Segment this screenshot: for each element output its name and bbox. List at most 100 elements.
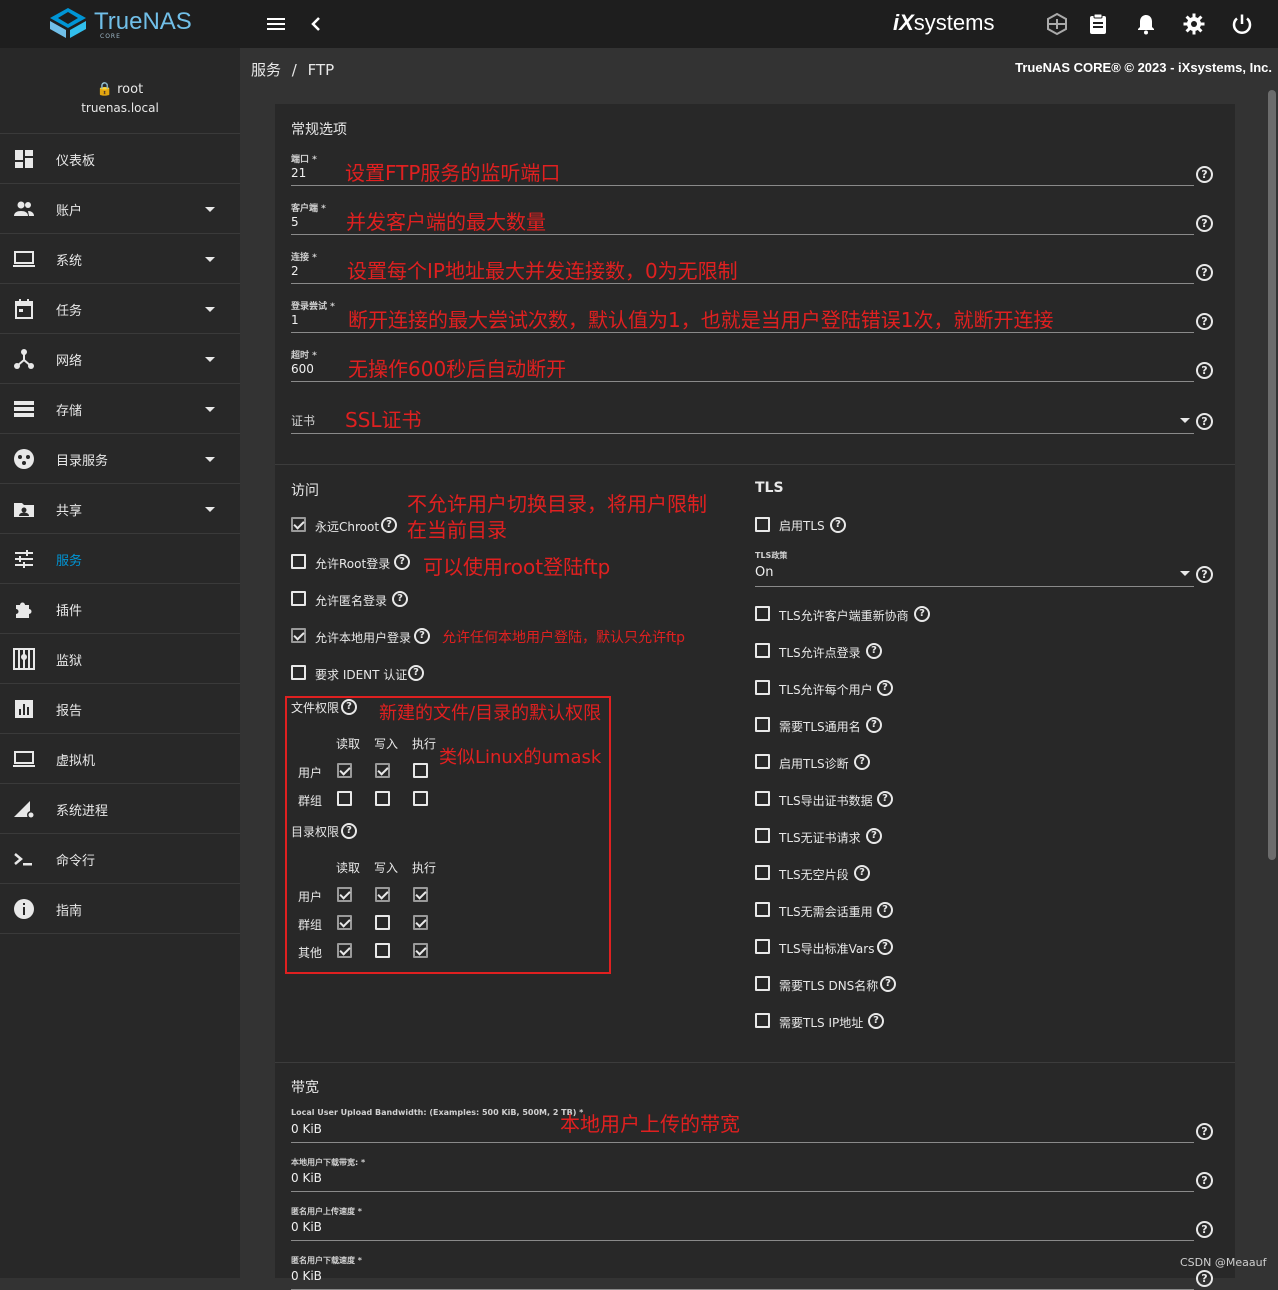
clipboard-icon[interactable] — [1086, 12, 1110, 36]
checkbox[interactable] — [755, 754, 770, 769]
permission-checkbox[interactable] — [337, 763, 352, 778]
truecommand-icon[interactable] — [1045, 12, 1069, 36]
sidebar-item[interactable]: 系统进程 — [0, 784, 240, 834]
help-icon[interactable]: ? — [1196, 1221, 1213, 1238]
checkbox[interactable] — [755, 1013, 770, 1028]
help-icon[interactable]: ? — [877, 939, 893, 955]
permission-checkbox[interactable] — [413, 763, 428, 778]
help-icon[interactable]: ? — [341, 823, 357, 839]
checkbox[interactable] — [755, 828, 770, 843]
chevron-down-icon[interactable] — [205, 307, 215, 312]
help-icon[interactable]: ? — [1196, 566, 1213, 583]
power-icon[interactable] — [1230, 12, 1254, 36]
sidebar-item[interactable]: 任务 — [0, 284, 240, 334]
chevron-down-icon[interactable] — [205, 207, 215, 212]
chevron-down-icon[interactable] — [205, 457, 215, 462]
permission-checkbox[interactable] — [375, 887, 390, 902]
checkbox[interactable] — [755, 791, 770, 806]
help-icon[interactable]: ? — [1196, 166, 1213, 183]
ixsystems-logo[interactable]: iXsystems — [893, 10, 994, 38]
help-icon[interactable]: ? — [877, 902, 893, 918]
permission-checkbox[interactable] — [337, 887, 352, 902]
sidebar-item[interactable]: 指南 — [0, 884, 240, 934]
checkbox[interactable] — [755, 643, 770, 658]
permission-checkbox[interactable] — [337, 915, 352, 930]
sidebar-item[interactable]: 命令行 — [0, 834, 240, 884]
help-icon[interactable]: ? — [866, 717, 882, 733]
help-icon[interactable]: ? — [341, 699, 357, 715]
checkbox[interactable] — [755, 606, 770, 621]
permission-checkbox[interactable] — [413, 943, 428, 958]
checkbox[interactable] — [291, 517, 306, 532]
help-icon[interactable]: ? — [877, 680, 893, 696]
tls-policy-select[interactable] — [755, 586, 1194, 587]
help-icon[interactable]: ? — [866, 828, 882, 844]
checkbox[interactable] — [755, 680, 770, 695]
permission-checkbox[interactable] — [375, 763, 390, 778]
checkbox[interactable] — [291, 628, 306, 643]
chevron-down-icon[interactable] — [205, 357, 215, 362]
checkbox[interactable] — [755, 976, 770, 991]
help-icon[interactable]: ? — [1196, 1270, 1213, 1287]
bell-icon[interactable] — [1134, 12, 1158, 36]
help-icon[interactable]: ? — [877, 791, 893, 807]
help-icon[interactable]: ? — [1196, 264, 1213, 281]
sidebar-item[interactable]: 账户 — [0, 184, 240, 234]
chevron-left-icon[interactable] — [304, 12, 328, 36]
sidebar-item[interactable]: 报告 — [0, 684, 240, 734]
help-icon[interactable]: ? — [1196, 1172, 1213, 1189]
help-icon[interactable]: ? — [1196, 362, 1213, 379]
help-icon[interactable]: ? — [914, 606, 930, 622]
sidebar-item[interactable]: 网络 — [0, 334, 240, 384]
help-icon[interactable]: ? — [1196, 313, 1213, 330]
help-icon[interactable]: ? — [381, 517, 397, 533]
permission-checkbox[interactable] — [413, 915, 428, 930]
help-icon[interactable]: ? — [1196, 215, 1213, 232]
scrollbar[interactable] — [1268, 90, 1276, 860]
permission-checkbox[interactable] — [337, 791, 352, 806]
text-input[interactable] — [291, 1191, 1194, 1192]
help-icon[interactable]: ? — [854, 754, 870, 770]
checkbox[interactable] — [291, 554, 306, 569]
chevron-down-icon[interactable] — [205, 407, 215, 412]
breadcrumb-parent[interactable]: 服务 — [251, 61, 281, 79]
chevron-down-icon[interactable] — [1180, 418, 1190, 423]
sidebar-item[interactable]: 监狱 — [0, 634, 240, 684]
chevron-down-icon[interactable] — [1180, 571, 1190, 576]
truenas-logo[interactable]: TrueNAS CORE — [48, 6, 198, 42]
sidebar-item[interactable]: 仪表板 — [0, 134, 240, 184]
help-icon[interactable]: ? — [1196, 1123, 1213, 1140]
checkbox[interactable] — [755, 939, 770, 954]
help-icon[interactable]: ? — [408, 665, 424, 681]
certificate-select[interactable] — [291, 433, 1194, 434]
help-icon[interactable]: ? — [868, 1013, 884, 1029]
help-icon[interactable]: ? — [1196, 413, 1213, 430]
sidebar-item[interactable]: 服务 — [0, 534, 240, 584]
help-icon[interactable]: ? — [854, 865, 870, 881]
checkbox[interactable] — [291, 591, 306, 606]
chevron-down-icon[interactable] — [205, 507, 215, 512]
help-icon[interactable]: ? — [866, 643, 882, 659]
help-icon[interactable]: ? — [880, 976, 896, 992]
permission-checkbox[interactable] — [375, 943, 390, 958]
sidebar-item[interactable]: 系统 — [0, 234, 240, 284]
sidebar-item[interactable]: 目录服务 — [0, 434, 240, 484]
checkbox[interactable] — [755, 865, 770, 880]
sidebar-item[interactable]: 插件 — [0, 584, 240, 634]
checkbox[interactable] — [291, 665, 306, 680]
help-icon[interactable]: ? — [392, 591, 408, 607]
enable-tls-checkbox[interactable] — [755, 517, 770, 532]
menu-icon[interactable] — [264, 12, 288, 36]
sidebar-item[interactable]: 虚拟机 — [0, 734, 240, 784]
checkbox[interactable] — [755, 717, 770, 732]
text-input[interactable] — [291, 1142, 1194, 1143]
help-icon[interactable]: ? — [830, 517, 846, 533]
sidebar-item[interactable]: 共享 — [0, 484, 240, 534]
permission-checkbox[interactable] — [375, 791, 390, 806]
permission-checkbox[interactable] — [413, 791, 428, 806]
chevron-down-icon[interactable] — [205, 257, 215, 262]
permission-checkbox[interactable] — [337, 943, 352, 958]
sidebar-item[interactable]: 存储 — [0, 384, 240, 434]
permission-checkbox[interactable] — [413, 887, 428, 902]
gear-icon[interactable] — [1182, 12, 1206, 36]
